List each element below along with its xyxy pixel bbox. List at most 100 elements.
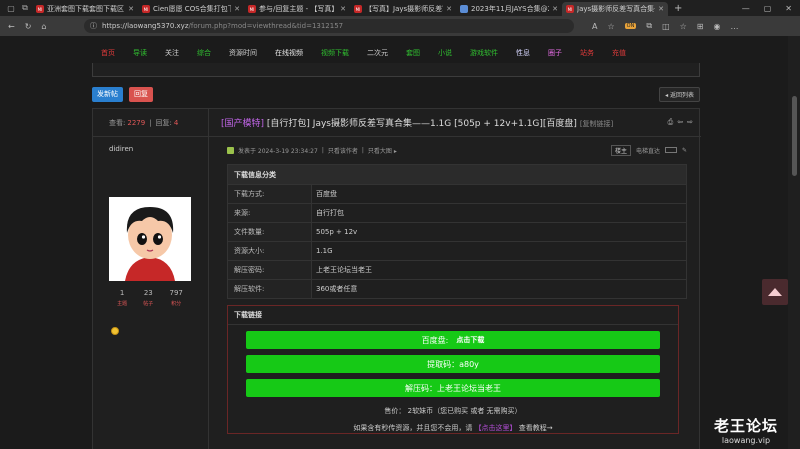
back-icon[interactable]: ←	[8, 22, 15, 31]
site-favicon-icon: MI	[142, 5, 150, 13]
nav-admin[interactable]: 站务	[571, 48, 603, 58]
next-icon[interactable]: ⇨	[687, 118, 693, 127]
unzip-code-button[interactable]: 解压码：上老王论坛当老王	[246, 379, 660, 397]
thread-header: 查看: 2279 | 回复: 4 [国产模特] [自行打包] Jays摄影师反差…	[93, 109, 701, 137]
site-favicon-icon: MI	[248, 5, 256, 13]
close-icon[interactable]: ✕	[128, 5, 134, 13]
refresh-icon[interactable]: ↻	[25, 22, 32, 31]
tab-label: 参与/回复主题 - 【写真】	[259, 5, 338, 13]
nav-home[interactable]: 首页	[92, 48, 124, 58]
copy-link[interactable]: [复制链接]	[580, 120, 613, 128]
thread-category[interactable]: [国产模特]	[221, 119, 264, 129]
tab-label: 【写真】Jays摄影师反差写	[365, 5, 444, 13]
window-controls: — ▢ ✕	[742, 4, 800, 13]
tab-2[interactable]: MI 参与/回复主题 - 【写真】 ✕	[244, 2, 350, 16]
new-tab-button[interactable]: +	[674, 3, 682, 14]
medal-icon	[111, 327, 119, 335]
close-icon[interactable]: ✕	[446, 5, 452, 13]
close-icon[interactable]: ✕	[234, 5, 240, 13]
floor-input[interactable]	[664, 147, 677, 153]
tab-label: 亚洲套图下载套图下载区	[47, 5, 124, 13]
post-meta: 发表于 2024-3-19 23:34:27 | 只看该作者 | 只看大图 ▸ …	[227, 143, 687, 157]
nav-info[interactable]: 性息	[507, 48, 539, 58]
close-icon[interactable]: ✕	[552, 5, 558, 13]
favorites-bar-icon[interactable]: ☆	[680, 22, 687, 31]
window-menu-icon[interactable]: ▢	[4, 4, 18, 13]
stat-points[interactable]: 797 积分	[170, 289, 183, 307]
watermark-name: 老王论坛	[713, 417, 778, 435]
info-table-caption: 下载信息分类	[228, 165, 686, 184]
profile-icon[interactable]: ◉	[714, 22, 721, 31]
maximize-icon[interactable]: ▢	[764, 4, 772, 13]
baidu-download-button[interactable]: 百度盘: 点击下载	[246, 331, 660, 349]
tab-list-icon[interactable]: ⧉	[18, 3, 32, 13]
stat-posts[interactable]: 23 帖子	[143, 289, 153, 307]
print-icon[interactable]: ⎙	[668, 118, 674, 127]
split-screen-icon[interactable]: ◫	[662, 22, 670, 31]
site-nav: 首页 导读 关注 综合 资源时间 在线视频 视频下载 二次元 套图 小说 游戏软…	[92, 42, 700, 64]
new-post-button[interactable]: 发新帖	[92, 86, 123, 102]
home-icon[interactable]: ⌂	[41, 22, 46, 31]
nav-online-video[interactable]: 在线视频	[266, 48, 312, 58]
watermark: 老王论坛 laowang.vip	[714, 415, 778, 445]
minimize-icon[interactable]: —	[742, 4, 750, 13]
title-tools: ⎙ ⇦ ⇨	[668, 118, 701, 127]
nav-anime[interactable]: 二次元	[358, 48, 397, 58]
back-to-list-button[interactable]: ◂ 返回列表	[659, 86, 700, 102]
extensions-icon[interactable]: ⧉	[646, 21, 652, 31]
wrench-icon[interactable]: ✎	[682, 147, 687, 154]
big-image-link[interactable]: 只看大图 ▸	[368, 146, 397, 155]
nav-circle[interactable]: 圈子	[539, 48, 571, 58]
extract-code-button[interactable]: 提取码：a80y	[246, 355, 660, 373]
favorite-icon[interactable]: ☆	[607, 22, 614, 31]
close-icon[interactable]: ✕	[658, 5, 664, 13]
avatar[interactable]	[109, 197, 191, 281]
download-box: 下载链接 百度盘: 点击下载 提取码：a80y 解压码：上老王论坛当老王 售价：…	[227, 305, 679, 434]
reply-button[interactable]: 回复	[129, 86, 153, 102]
replies-count: 4	[173, 118, 179, 127]
thread-post: 查看: 2279 | 回复: 4 [国产模特] [自行打包] Jays摄影师反差…	[92, 108, 701, 449]
tutorial-link[interactable]: 【点击这里】	[475, 424, 517, 432]
scroll-top-button[interactable]	[762, 279, 788, 305]
author-name[interactable]: didiren	[109, 145, 133, 153]
close-window-icon[interactable]: ✕	[785, 4, 792, 13]
nav-novel[interactable]: 小说	[429, 48, 461, 58]
nav-guide[interactable]: 导读	[124, 48, 156, 58]
nav-photos[interactable]: 套图	[397, 48, 429, 58]
only-author-link[interactable]: 只看该作者	[328, 146, 358, 155]
tab-label: Jays摄影师反差写真合集一	[577, 5, 656, 13]
nav-follow[interactable]: 关注	[156, 48, 188, 58]
nav-general[interactable]: 综合	[188, 48, 220, 58]
author-sidebar: didiren 1 主题 23 帖子 797 积分	[93, 137, 209, 449]
scrollbar-thumb[interactable]	[792, 96, 797, 176]
tab-4[interactable]: 2023年11月JAYS合集@2p ✕	[456, 2, 562, 16]
prev-icon[interactable]: ⇦	[677, 118, 683, 127]
info-icon[interactable]: ⓘ	[90, 21, 97, 31]
tab-3[interactable]: MI 【写真】Jays摄影师反差写 ✕	[350, 2, 456, 16]
more-icon[interactable]: …	[730, 22, 738, 31]
read-aloud-icon[interactable]: A	[592, 22, 597, 31]
thread-title-text: [自行打包] Jays摄影师反差写真合集——1.1G [505p + 12v+1…	[266, 119, 577, 129]
nav-video-download[interactable]: 视频下载	[312, 48, 358, 58]
nav-recharge[interactable]: 充值	[603, 48, 635, 58]
nav-games[interactable]: 游戏软件	[461, 48, 507, 58]
tab-5-active[interactable]: MI Jays摄影师反差写真合集一 ✕	[562, 2, 668, 16]
nav-resource-time[interactable]: 资源时间	[220, 48, 266, 58]
table-row: 下载方式: 百度盘	[228, 184, 686, 203]
tutorial-note: 如果含有秒传资源，并且您不会用，请 【点击这里】 查看教程→	[353, 424, 553, 432]
table-row: 解压密码: 上老王论坛当老王	[228, 260, 686, 279]
floor-badge: 楼主	[610, 144, 631, 156]
collections-icon[interactable]: ⊞	[697, 22, 704, 31]
replies-label: 回复:	[155, 118, 172, 127]
extension-badge[interactable]: ON	[624, 23, 637, 29]
site-favicon-icon: MI	[36, 5, 44, 13]
tab-0[interactable]: MI 亚洲套图下载套图下载区 ✕	[32, 2, 138, 16]
header-strip	[92, 63, 700, 77]
table-row: 文件数量: 505p + 12v	[228, 222, 686, 241]
stat-threads[interactable]: 1 主题	[117, 289, 127, 307]
tab-1[interactable]: MI Cien愿愿 COS合集打包下载 ✕	[138, 2, 244, 16]
close-icon[interactable]: ✕	[340, 5, 346, 13]
url-field[interactable]: ⓘ https://laowang5370.xyz/forum.php?mod=…	[84, 19, 574, 33]
tab-label: 2023年11月JAYS合集@2p	[471, 5, 550, 13]
page-scrollbar[interactable]	[788, 36, 800, 449]
